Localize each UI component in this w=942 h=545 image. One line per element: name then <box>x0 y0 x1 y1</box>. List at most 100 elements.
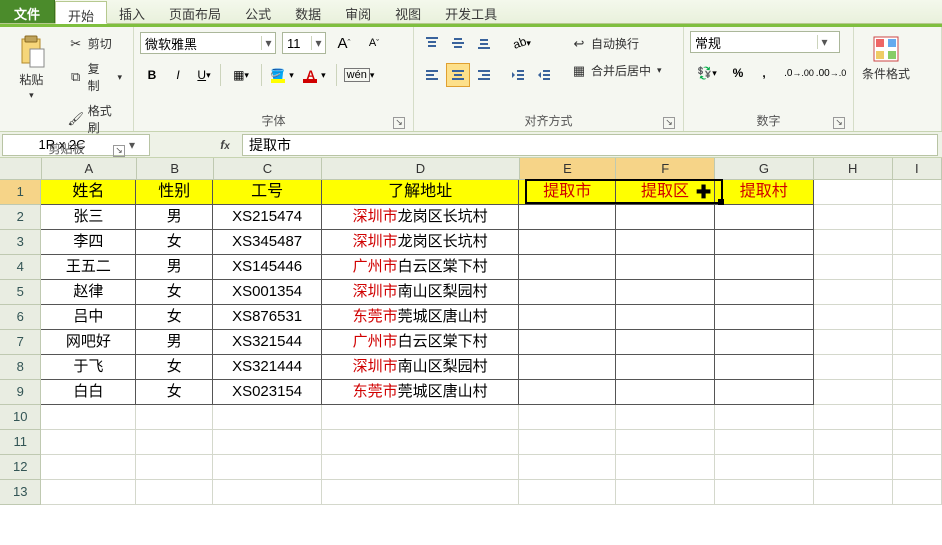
cell[interactable] <box>41 480 136 505</box>
font-name-input[interactable] <box>141 36 261 51</box>
number-format-input[interactable] <box>691 35 817 50</box>
cell[interactable] <box>715 480 814 505</box>
cell[interactable] <box>893 405 942 430</box>
cell[interactable] <box>715 455 814 480</box>
cell[interactable]: 广州市白云区棠下村 <box>322 330 519 355</box>
cell[interactable] <box>616 455 715 480</box>
row-header[interactable]: 12 <box>0 455 41 480</box>
cell[interactable] <box>814 430 893 455</box>
chevron-down-icon[interactable]: ▾ <box>817 35 831 49</box>
cell[interactable]: 吕中 <box>41 305 136 330</box>
align-left-button[interactable] <box>420 63 444 87</box>
column-header-C[interactable]: C <box>214 158 323 180</box>
cell[interactable] <box>213 455 322 480</box>
tab-review[interactable]: 审阅 <box>333 0 383 23</box>
cut-button[interactable]: ✂剪切 <box>63 33 127 54</box>
row-header[interactable]: 5 <box>0 280 41 305</box>
cell[interactable] <box>136 480 213 505</box>
tab-developer[interactable]: 开发工具 <box>433 0 509 23</box>
cell[interactable] <box>616 330 715 355</box>
cell[interactable]: 广州市白云区棠下村 <box>322 255 519 280</box>
cell[interactable] <box>519 405 616 430</box>
cell[interactable] <box>715 430 814 455</box>
cell[interactable] <box>893 430 942 455</box>
tab-home[interactable]: 开始 <box>55 1 107 24</box>
cell[interactable] <box>519 255 616 280</box>
increase-font-button[interactable]: Aˆ <box>332 31 356 55</box>
cell[interactable] <box>893 380 942 405</box>
cell[interactable]: 于飞 <box>41 355 136 380</box>
cell[interactable] <box>616 205 715 230</box>
cell[interactable]: 王五二 <box>41 255 136 280</box>
cell[interactable] <box>893 355 942 380</box>
number-format-combo[interactable]: ▾ <box>690 31 840 53</box>
cell[interactable] <box>519 305 616 330</box>
paste-button[interactable]: 粘贴 ▾ <box>6 31 57 105</box>
cell[interactable]: 女 <box>136 230 213 255</box>
font-color-button[interactable]: A▾ <box>300 63 332 87</box>
font-launcher[interactable]: ↘ <box>393 117 405 129</box>
row-header[interactable]: 10 <box>0 405 41 430</box>
tab-data[interactable]: 数据 <box>283 0 333 23</box>
column-header-B[interactable]: B <box>137 158 214 180</box>
cell[interactable]: XS145446 <box>213 255 322 280</box>
cell[interactable] <box>893 205 942 230</box>
cell[interactable] <box>715 305 814 330</box>
align-launcher[interactable]: ↘ <box>663 117 675 129</box>
number-launcher[interactable]: ↘ <box>833 117 845 129</box>
copy-button[interactable]: ⧉复制▾ <box>63 58 127 96</box>
cell[interactable] <box>893 455 942 480</box>
row-header[interactable]: 9 <box>0 380 41 405</box>
cell[interactable]: XS321444 <box>213 355 322 380</box>
cell[interactable] <box>893 180 942 205</box>
row-header[interactable]: 7 <box>0 330 41 355</box>
cell[interactable]: 提取村 <box>715 180 814 205</box>
cell[interactable]: 深圳市南山区梨园村 <box>322 355 519 380</box>
cell[interactable]: 东莞市莞城区唐山村 <box>322 305 519 330</box>
cell[interactable] <box>715 405 814 430</box>
cell[interactable]: 女 <box>136 280 213 305</box>
column-header-D[interactable]: D <box>322 158 519 180</box>
cell[interactable] <box>893 305 942 330</box>
cell[interactable] <box>519 280 616 305</box>
underline-button[interactable]: U▾ <box>192 63 216 87</box>
column-header-G[interactable]: G <box>715 158 814 180</box>
cell[interactable] <box>893 280 942 305</box>
cell[interactable] <box>519 330 616 355</box>
tab-view[interactable]: 视图 <box>383 0 433 23</box>
cell[interactable] <box>814 180 893 205</box>
row-header[interactable]: 4 <box>0 255 41 280</box>
cell[interactable] <box>893 480 942 505</box>
cell[interactable] <box>814 455 893 480</box>
cell[interactable] <box>893 255 942 280</box>
cell[interactable] <box>136 405 213 430</box>
cell[interactable]: 赵律 <box>41 280 136 305</box>
cell[interactable] <box>519 480 616 505</box>
cell[interactable]: 深圳市南山区梨园村 <box>322 280 519 305</box>
cell[interactable]: 张三 <box>41 205 136 230</box>
cell[interactable] <box>814 230 893 255</box>
cell[interactable] <box>814 330 893 355</box>
cell[interactable]: 李四 <box>41 230 136 255</box>
select-all-button[interactable] <box>0 158 42 180</box>
cell[interactable] <box>322 480 519 505</box>
cell[interactable] <box>616 355 715 380</box>
cell[interactable]: XS023154 <box>213 380 322 405</box>
cell[interactable] <box>814 380 893 405</box>
cell[interactable]: 工号 <box>213 180 322 205</box>
row-header[interactable]: 6 <box>0 305 41 330</box>
cell[interactable] <box>322 405 519 430</box>
chevron-down-icon[interactable]: ▾ <box>261 36 275 50</box>
cell[interactable]: 东莞市莞城区唐山村 <box>322 380 519 405</box>
cell[interactable]: XS215474 <box>213 205 322 230</box>
cell[interactable]: XS001354 <box>213 280 322 305</box>
wrap-text-button[interactable]: ↩自动换行 <box>566 33 667 54</box>
cell[interactable]: 女 <box>136 380 213 405</box>
cell[interactable] <box>519 430 616 455</box>
italic-button[interactable]: I <box>166 63 190 87</box>
cell[interactable]: XS876531 <box>213 305 322 330</box>
formula-input[interactable] <box>242 134 938 156</box>
row-header[interactable]: 11 <box>0 430 41 455</box>
column-header-E[interactable]: E <box>520 158 617 180</box>
cell[interactable] <box>616 230 715 255</box>
